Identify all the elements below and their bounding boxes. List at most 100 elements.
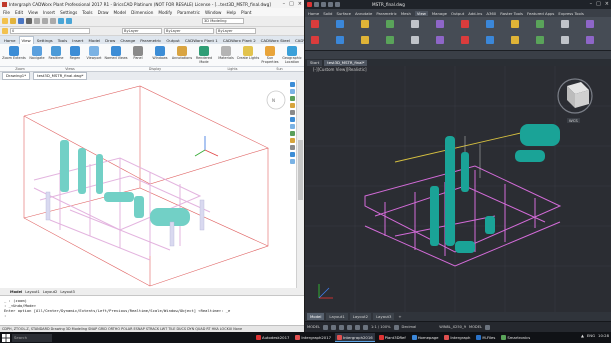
right-3d-viewport[interactable]: WCS [-][Custom View][Realistic]: [305, 66, 611, 312]
close-icon[interactable]: ×: [298, 1, 302, 7]
polar-icon[interactable]: [346, 324, 352, 330]
toggle-icon[interactable]: [411, 36, 419, 44]
network-icon[interactable]: ▲: [581, 333, 584, 338]
ribbon-tab-mesh[interactable]: Mesh: [401, 11, 411, 16]
ribbon-tab-solid[interactable]: Solid: [323, 11, 332, 16]
render-icon[interactable]: [561, 20, 569, 28]
layout-tabs-icon[interactable]: [486, 36, 494, 44]
doc-tab-test3d[interactable]: test3D_MSTR_final.dwg*: [33, 72, 88, 80]
menu-item-tools[interactable]: Tools: [82, 10, 92, 15]
taskbar-item-m-files[interactable]: M-Files: [474, 333, 497, 342]
switch-window-icon[interactable]: [436, 36, 444, 44]
add-layout-icon[interactable]: +: [398, 314, 401, 319]
ribbon-tab-model[interactable]: Model: [86, 37, 102, 44]
ribbon-tab-home[interactable]: Home: [2, 37, 18, 44]
panel-button[interactable]: Panel: [126, 46, 150, 66]
windows-button[interactable]: Windows: [148, 46, 172, 66]
paste-icon[interactable]: [50, 18, 56, 24]
color-select[interactable]: ByLayer: [122, 28, 162, 34]
open-file-icon[interactable]: [10, 18, 16, 24]
render-icon[interactable]: [290, 159, 295, 164]
ribbon-tab-raster-tools[interactable]: Raster Tools: [500, 11, 523, 16]
layout-tab-model[interactable]: Model: [307, 313, 325, 320]
menu-item-model[interactable]: Model: [114, 10, 127, 15]
render-mode-button[interactable]: Rendered Mode: [192, 46, 216, 66]
user-interface-icon[interactable]: [536, 36, 544, 44]
cut-icon[interactable]: [34, 18, 40, 24]
layout-tab-layout1[interactable]: Layout1: [326, 313, 348, 320]
layout-tab-layout2[interactable]: Layout2: [349, 313, 372, 320]
geo-location-button[interactable]: Geographic Location: [280, 46, 304, 66]
ribbon-tab-annotate[interactable]: Annotate: [355, 11, 372, 16]
ucs-icon[interactable]: [436, 20, 444, 28]
zoom-icon[interactable]: [290, 89, 295, 94]
block-icon[interactable]: [411, 20, 419, 28]
panel-icon[interactable]: [586, 36, 594, 44]
named-views-button[interactable]: Named Views: [104, 46, 128, 66]
walk-icon[interactable]: [290, 103, 295, 108]
ribbon-tab-cadworx-plant-2[interactable]: CADWorx Plant 2: [221, 37, 258, 44]
menu-item-draw[interactable]: Draw: [98, 10, 109, 15]
wcs-indicator[interactable]: WCS: [567, 118, 580, 123]
ribbon-tab-featured-apps[interactable]: Featured Apps: [527, 11, 554, 16]
sun-button[interactable]: Sun Properties: [258, 46, 282, 66]
snap-icon[interactable]: [330, 324, 336, 330]
file-tabs-icon[interactable]: [461, 36, 469, 44]
menu-item-parametric[interactable]: Parametric: [177, 10, 200, 15]
grid-icon[interactable]: [322, 324, 328, 330]
left-3d-viewport[interactable]: N: [0, 80, 296, 288]
status-units[interactable]: Decimal: [402, 325, 417, 329]
minimize-icon[interactable]: –: [590, 1, 593, 7]
menu-item-insert[interactable]: Insert: [43, 10, 55, 15]
qa-open-icon[interactable]: [321, 2, 326, 7]
customize-icon[interactable]: [484, 324, 490, 330]
viewcube[interactable]: [557, 78, 593, 114]
orbit-icon[interactable]: [511, 20, 519, 28]
menu-item-window[interactable]: Window: [205, 10, 222, 15]
ribbon-tab-output[interactable]: Output: [164, 37, 182, 44]
sheet-set-icon[interactable]: [311, 20, 319, 28]
language-indicator[interactable]: ENG: [587, 333, 595, 338]
ribbon-tab-surface[interactable]: Surface: [336, 11, 350, 16]
taskbar-item-intergraph[interactable]: Intergraph: [442, 333, 472, 342]
left-statusbar[interactable]: CDPH, ZTOOL.Z, STANDARD Drawing 3D Model…: [0, 325, 304, 332]
taskbar-item-autodesk2017[interactable]: Autodesk2017: [254, 333, 291, 342]
ribbon-tab-view[interactable]: View: [414, 10, 428, 16]
lineweight-select[interactable]: ByLayer: [216, 28, 256, 34]
shade-icon[interactable]: [290, 152, 295, 157]
menu-item-plant[interactable]: Plant: [241, 10, 252, 15]
menu-item-edit[interactable]: Edit: [15, 10, 23, 15]
taskbar-item-plant3dref[interactable]: Plant3DRef: [377, 333, 408, 342]
qa-undo-icon[interactable]: [335, 2, 340, 7]
ribbon-tab-parametric[interactable]: Parametric: [376, 11, 397, 16]
taskbar-item-intergraph2016[interactable]: Intergraph2016: [335, 333, 375, 342]
close-icon[interactable]: ×: [605, 1, 609, 7]
status-bar-icon[interactable]: [511, 36, 519, 44]
viewport-icon[interactable]: [486, 20, 494, 28]
doc-tab-drawing1[interactable]: Drawing1*: [2, 72, 31, 80]
doc-tab-test3d[interactable]: test3D_MSTR_final*: [324, 59, 368, 66]
ribbon-tab-cadworx-plant-1[interactable]: CADWorx Plant 1: [183, 37, 220, 44]
menu-item-dimension[interactable]: Dimension: [131, 10, 153, 15]
status-scale[interactable]: 1:1 / 100%: [371, 325, 391, 329]
undo-icon[interactable]: [58, 18, 64, 24]
menu-item-help[interactable]: Help: [226, 10, 236, 15]
ribbon-tab-insert[interactable]: Insert: [70, 37, 85, 44]
command-input[interactable]: :: [4, 313, 300, 318]
ribbon-tab-draw[interactable]: Draw: [103, 37, 117, 44]
ribbon-tab-express-tools[interactable]: Express Tools: [558, 11, 583, 16]
named-view-icon[interactable]: [461, 20, 469, 28]
pan-icon[interactable]: [290, 82, 295, 87]
menu-item-settings[interactable]: Settings: [60, 10, 77, 15]
ribbon-tab-add-ins[interactable]: Add-ins: [468, 11, 482, 16]
taskbar-search[interactable]: Search: [12, 333, 52, 342]
section-plane-icon[interactable]: [586, 20, 594, 28]
material-icon[interactable]: [361, 36, 369, 44]
menu-item-file[interactable]: File: [3, 10, 10, 15]
ribbon-tab-parametric[interactable]: Parametric: [138, 37, 163, 44]
menu-item-view[interactable]: View: [28, 10, 38, 15]
ribbon-tab-change[interactable]: Change: [118, 37, 137, 44]
ribbon-tab-cadworx-steel[interactable]: CADWorx Steel: [259, 37, 292, 44]
new-file-icon[interactable]: [2, 18, 8, 24]
autocad-logo-icon[interactable]: [307, 2, 312, 7]
